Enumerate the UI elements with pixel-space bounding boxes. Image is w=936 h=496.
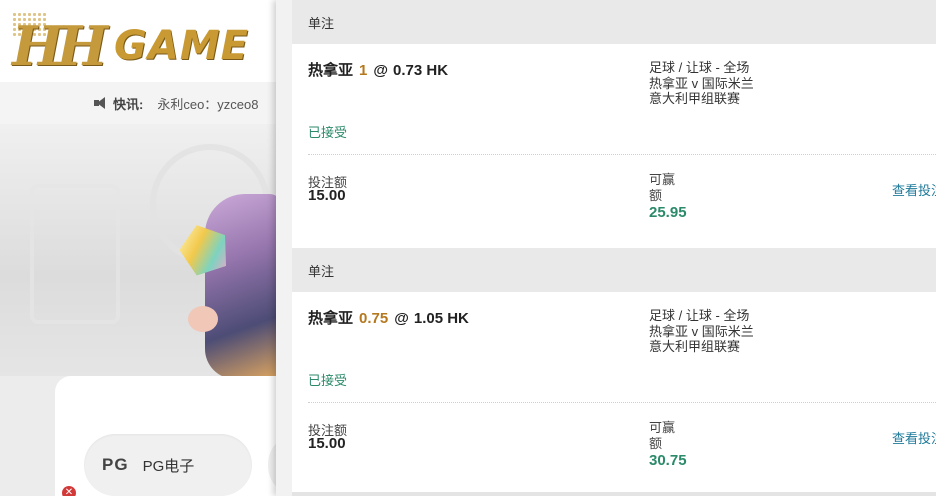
bet-type-header: 单注 xyxy=(292,0,936,44)
background-site: HH GAME 快讯: 永利ceo：yzceo8 PG PG电子 ✕ xyxy=(0,0,276,496)
logo-game-text: GAME xyxy=(114,23,249,69)
potential-win-label: 可赢额 xyxy=(649,172,676,203)
bet-type-label: 单注 xyxy=(308,263,335,279)
bet-odds: 0.73 HK xyxy=(393,62,449,79)
match-name: 热拿亚 v 国际米兰 xyxy=(649,75,754,91)
market-info: 足球 / 让球 - 全场 热拿亚 v 国际米兰 意大利甲组联赛 xyxy=(649,308,754,355)
potential-win-value: 30.75 xyxy=(649,452,687,469)
bet-card: 单注 热拿亚 0.75 @1.05 HK 足球 / 让球 - 全场 热拿亚 v 国际… xyxy=(292,248,936,496)
logo-hh-mark: HH xyxy=(12,14,108,78)
bet-details: 热拿亚 1 @0.73 HK 足球 / 让球 - 全场 热拿亚 v 国际米兰 意大利… xyxy=(292,44,936,248)
market-type: 足球 / 让球 - 全场 xyxy=(649,60,750,75)
divider xyxy=(308,402,936,403)
divider xyxy=(308,154,936,155)
logo-bar: HH GAME xyxy=(0,0,276,82)
potential-win-label: 可赢额 xyxy=(649,420,676,451)
banner-character-image xyxy=(205,194,276,379)
market-type: 足球 / 让球 - 全场 xyxy=(649,308,750,323)
potential-win-value: 25.95 xyxy=(649,204,687,221)
news-label: 快讯: xyxy=(113,96,144,112)
bet-selection: 热拿亚 1 @0.73 HK xyxy=(308,59,448,80)
handicap-line: 1 xyxy=(359,62,368,79)
news-ticker: 快讯: 永利ceo：yzceo8 xyxy=(0,82,276,124)
selection-team: 热拿亚 xyxy=(308,62,354,79)
bet-history-panel: 单注 热拿亚 1 @0.73 HK 足球 / 让球 - 全场 热拿亚 v 国际米兰 … xyxy=(276,0,936,496)
selection-team: 热拿亚 xyxy=(308,310,354,327)
pg-logo-icon: PG xyxy=(102,455,129,474)
news-text[interactable]: 永利ceo：yzceo8 xyxy=(157,94,258,113)
bet-status: 已接受 xyxy=(308,125,348,140)
category-pg-electronic[interactable]: PG PG电子 xyxy=(84,434,252,496)
league-name: 意大利甲组联赛 xyxy=(649,339,741,354)
bet-details: 热拿亚 0.75 @1.05 HK 足球 / 让球 - 全场 热拿亚 v 国际米兰 … xyxy=(292,292,936,496)
speaker-icon xyxy=(94,97,108,109)
banner-character-hand xyxy=(188,306,218,332)
close-icon[interactable]: ✕ xyxy=(62,486,76,496)
site-logo[interactable]: HH GAME xyxy=(12,14,249,78)
next-bet-header-edge xyxy=(292,492,936,496)
match-name: 热拿亚 v 国际米兰 xyxy=(649,323,754,339)
bet-type-label: 单注 xyxy=(308,15,335,31)
hero-banner[interactable] xyxy=(0,124,276,379)
category-label: PG电子 xyxy=(142,457,195,475)
at-symbol: @ xyxy=(373,62,388,79)
handicap-line: 0.75 xyxy=(359,310,389,327)
bet-selection: 热拿亚 0.75 @1.05 HK xyxy=(308,307,469,328)
view-bet-link[interactable]: 查看投注 xyxy=(892,180,936,199)
league-name: 意大利甲组联赛 xyxy=(649,91,741,106)
stake-value: 15.00 xyxy=(308,435,346,452)
view-bet-link[interactable]: 查看投注 xyxy=(892,428,936,447)
at-symbol: @ xyxy=(394,310,409,327)
banner-decoration xyxy=(30,184,120,324)
bet-card: 单注 热拿亚 1 @0.73 HK 足球 / 让球 - 全场 热拿亚 v 国际米兰 … xyxy=(292,0,936,248)
bet-status: 已接受 xyxy=(308,373,348,388)
market-info: 足球 / 让球 - 全场 热拿亚 v 国际米兰 意大利甲组联赛 xyxy=(649,60,754,107)
bet-type-header: 单注 xyxy=(292,248,936,292)
stake-value: 15.00 xyxy=(308,187,346,204)
bet-odds: 1.05 HK xyxy=(413,310,469,327)
